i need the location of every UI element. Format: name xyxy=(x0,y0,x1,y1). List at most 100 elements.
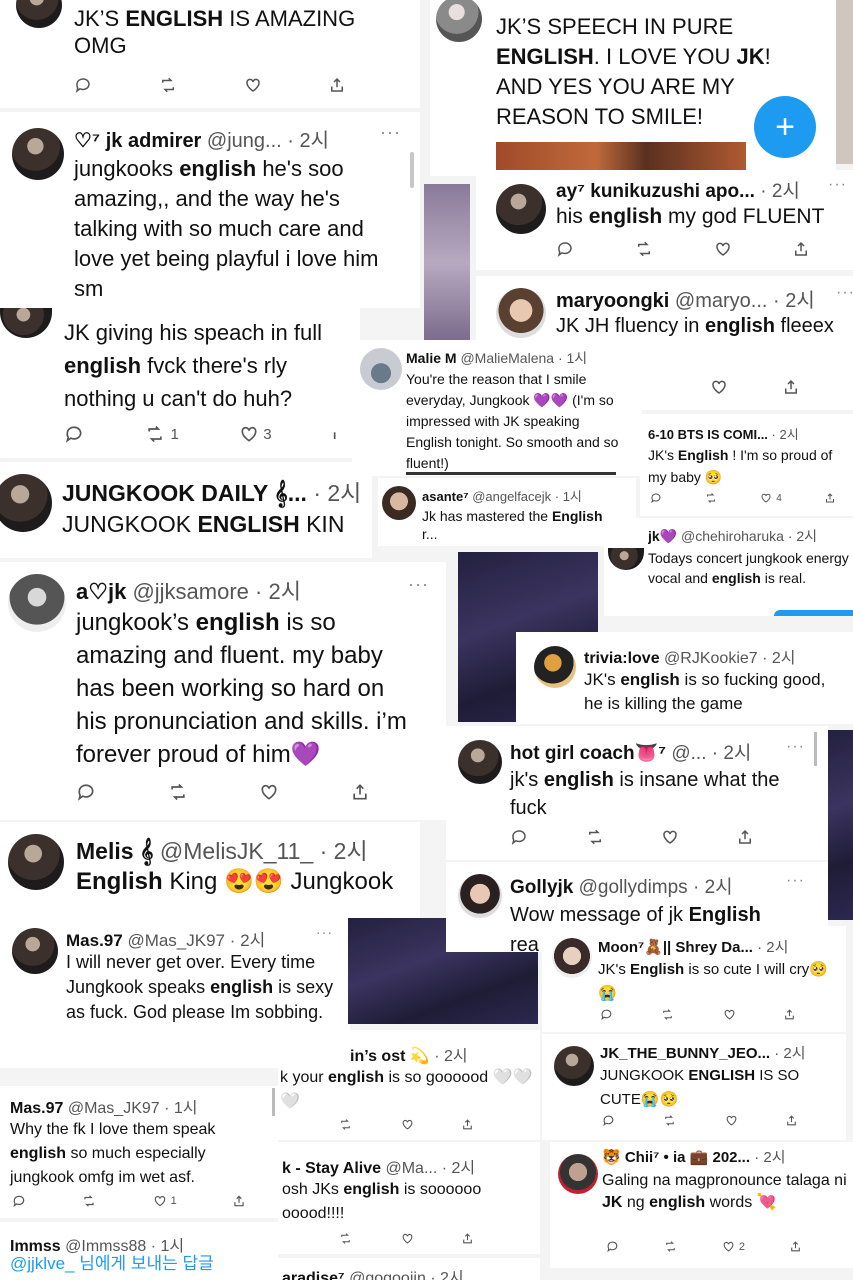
retweet-icon[interactable] xyxy=(338,1232,353,1245)
more-icon[interactable]: ··· xyxy=(836,284,853,302)
display-name[interactable]: Mas.97 xyxy=(10,1100,63,1117)
avatar[interactable] xyxy=(0,308,52,338)
reply-icon[interactable] xyxy=(600,1008,613,1021)
display-name[interactable]: JUNGKOOK DAILY 𝄞... xyxy=(62,480,307,506)
display-name[interactable]: ay⁷ kunikuzushi apo... xyxy=(556,181,755,202)
more-icon[interactable]: ··· xyxy=(786,738,805,756)
like-icon[interactable]: 4 xyxy=(760,492,782,504)
avatar[interactable] xyxy=(12,928,58,974)
retweet-icon[interactable] xyxy=(81,1194,97,1208)
retweet-icon[interactable] xyxy=(663,1240,678,1253)
tweet-card[interactable]: JK’S ENGLISH IS AMAZING OMG xyxy=(0,0,420,108)
tweet-card[interactable]: JUNGKOOK DAILY 𝄞... · 2시 JUNGKOOK ENGLIS… xyxy=(0,462,372,558)
display-name[interactable]: hot girl coach👅⁷ xyxy=(510,743,666,764)
tweet-card[interactable]: asante⁷ @angelfacejk · 1시 Jk has mastere… xyxy=(378,478,636,546)
display-name[interactable]: Gollyjk xyxy=(510,877,573,898)
avatar[interactable] xyxy=(496,184,546,234)
display-name[interactable]: JK_THE_BUNNY_JEO... xyxy=(600,1045,770,1062)
tweet-card[interactable]: Immss @Immss88 · 1시 @jjklve_ 님에게 보내는 답글 xyxy=(0,1222,278,1280)
retweet-icon[interactable] xyxy=(167,782,189,802)
display-name[interactable]: 6-10 BTS IS COMI... xyxy=(648,427,768,442)
display-name[interactable]: Immss xyxy=(10,1238,61,1255)
like-icon[interactable] xyxy=(723,1008,736,1021)
avatar[interactable] xyxy=(12,128,64,180)
more-icon[interactable]: ··· xyxy=(786,872,805,890)
more-icon[interactable]: ··· xyxy=(316,924,333,940)
share-icon[interactable] xyxy=(232,1194,246,1208)
share-icon[interactable] xyxy=(782,378,800,396)
retweet-icon[interactable] xyxy=(158,76,178,94)
tweet-card[interactable]: JK giving his speach in full english fvc… xyxy=(0,308,360,458)
avatar[interactable] xyxy=(608,548,644,570)
avatar[interactable] xyxy=(534,646,576,688)
display-name[interactable]: 🐯 Chii⁷ • ia 💼 202... xyxy=(602,1149,750,1166)
avatar[interactable] xyxy=(554,1046,594,1086)
avatar[interactable] xyxy=(458,874,502,918)
tweet-card[interactable]: Melis 𝄞 @MelisJK_11_ · 2시 English King 😍… xyxy=(0,822,420,918)
display-name[interactable]: a♡jk xyxy=(76,579,126,604)
reply-icon[interactable] xyxy=(650,492,662,504)
tweet-card[interactable]: 🐯 Chii⁷ • ia 💼 202... · 2시 Galing na mag… xyxy=(550,1142,853,1268)
tweet-card[interactable]: ♡⁷ jk admirer @jung... · 2시 ··· jungkook… xyxy=(0,112,420,308)
reply-icon[interactable] xyxy=(556,240,574,258)
tweet-card[interactable]: k - Stay Alive @Ma... · 2시 osh JKs engli… xyxy=(278,1142,540,1254)
tweet-card[interactable]: Mas.97 @Mas_JK97 · 1시 Why the fk I love … xyxy=(0,1086,278,1218)
retweet-icon[interactable] xyxy=(704,492,718,504)
avatar[interactable] xyxy=(360,348,402,390)
avatar[interactable] xyxy=(16,0,62,28)
like-icon[interactable] xyxy=(401,1232,414,1245)
share-icon[interactable] xyxy=(461,1118,474,1131)
more-icon[interactable]: ··· xyxy=(408,574,429,595)
display-name[interactable]: Malie M xyxy=(406,350,457,366)
display-name[interactable]: jk💜 xyxy=(648,528,677,544)
share-icon[interactable] xyxy=(736,828,754,846)
display-name[interactable]: k - Stay Alive xyxy=(282,1160,381,1177)
like-icon[interactable] xyxy=(244,76,262,94)
display-name[interactable]: asante⁷ xyxy=(422,489,469,504)
avatar[interactable] xyxy=(8,834,64,890)
retweet-icon[interactable] xyxy=(662,1114,677,1127)
retweet-icon[interactable] xyxy=(660,1008,675,1021)
tweet-card[interactable]: ay⁷ kunikuzushi apo... · 2시 ··· his engl… xyxy=(476,170,853,270)
tweet-card[interactable]: hot girl coach👅⁷ @... · 2시 ··· jk's engl… xyxy=(446,726,828,860)
share-icon[interactable] xyxy=(789,1240,802,1253)
avatar[interactable] xyxy=(458,740,502,784)
reply-icon[interactable] xyxy=(12,1194,26,1208)
retweet-icon[interactable] xyxy=(585,828,605,846)
tweet-card[interactable]: Malie M @MalieMalena · 1시 You're the rea… xyxy=(352,340,642,476)
tweet-card[interactable]: jk💜 @chehiroharuka · 2시 Todays concert j… xyxy=(604,518,853,616)
like-icon[interactable]: 1 xyxy=(153,1194,177,1208)
reply-icon[interactable] xyxy=(76,782,96,802)
scrollbar[interactable] xyxy=(410,152,414,188)
avatar[interactable] xyxy=(8,574,66,632)
display-name[interactable]: trivia:love xyxy=(584,650,660,667)
tweet-card[interactable]: trivia:love @RJKookie7 · 2시 JK's english… xyxy=(516,632,853,724)
avatar[interactable] xyxy=(0,474,52,532)
tweet-card[interactable]: 6-10 BTS IS COMI... · 2시 JK's English ! … xyxy=(640,414,853,516)
like-icon[interactable]: 3 xyxy=(239,424,272,444)
retweet-icon[interactable] xyxy=(338,1118,353,1131)
retweet-icon[interactable] xyxy=(634,240,654,258)
like-icon[interactable] xyxy=(661,828,679,846)
display-name[interactable]: Moon⁷🧸|| Shrey Da... xyxy=(598,939,753,956)
compose-button[interactable]: + xyxy=(754,96,816,158)
like-icon[interactable] xyxy=(714,240,732,258)
like-icon[interactable] xyxy=(710,378,728,396)
display-name[interactable]: ♡⁷ jk admirer xyxy=(74,130,201,152)
avatar[interactable] xyxy=(496,288,546,338)
reply-to[interactable]: @jjklve_ 님에게 보내는 답글 xyxy=(10,1254,268,1275)
like-icon[interactable] xyxy=(401,1118,414,1131)
reply-icon[interactable] xyxy=(74,76,92,94)
share-icon[interactable] xyxy=(785,1114,798,1127)
display-name[interactable]: aradise⁷ xyxy=(282,1270,345,1280)
scrollbar[interactable] xyxy=(814,732,817,766)
share-icon[interactable] xyxy=(824,492,836,504)
share-icon[interactable] xyxy=(792,240,810,258)
like-icon[interactable]: 2 xyxy=(722,1240,745,1253)
retweet-icon[interactable]: 1 xyxy=(144,424,179,444)
reply-icon[interactable] xyxy=(64,424,84,444)
more-icon[interactable]: ··· xyxy=(380,122,401,143)
tweet-card[interactable]: JK’S SPEECH IN PURE ENGLISH. I LOVE YOU … xyxy=(430,0,836,176)
avatar[interactable] xyxy=(436,0,482,42)
tweet-card[interactable]: Moon⁷🧸|| Shrey Da... · 2시 JK's English i… xyxy=(542,926,846,1032)
